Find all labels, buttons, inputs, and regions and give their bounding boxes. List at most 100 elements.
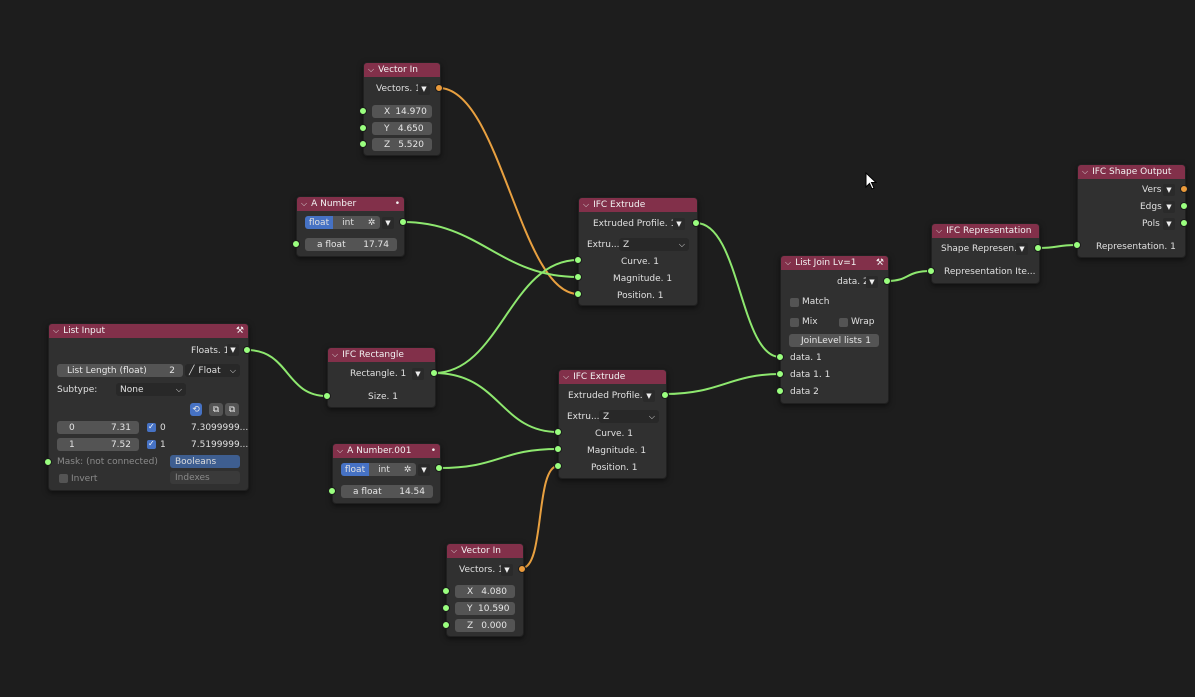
node-editor-canvas[interactable]: ⌵ Vector In Vectors. 1 ▼ X 14.970 Y 4.650 Z… xyxy=(0,0,1195,697)
node-header[interactable]: ⌵ IFC Rectangle xyxy=(328,348,435,362)
list-item-1-field[interactable]: 1 7.52 xyxy=(57,438,139,451)
collapse-chevron-icon[interactable]: ⌵ xyxy=(53,326,59,336)
node-header[interactable]: ⌵ A Number.001 • xyxy=(333,444,440,458)
refresh-icon[interactable]: ⟲ xyxy=(190,403,202,416)
node-header[interactable]: ⌵ List Input ⚒ xyxy=(49,324,248,338)
a-float-field[interactable]: a float 14.54 xyxy=(341,485,433,498)
extrude-direction-select[interactable]: Z ⌵ xyxy=(599,410,659,423)
node-header[interactable]: ⌵ IFC Extrude xyxy=(579,198,697,212)
type-float-option[interactable]: float xyxy=(341,463,369,476)
list-item-0-checkbox[interactable] xyxy=(147,422,156,432)
node-ifc-extrude-1[interactable]: ⌵ IFC Extrude Extruded Profile. 1 ▼ Extru… xyxy=(578,197,698,306)
socket-input-data11[interactable] xyxy=(776,370,784,378)
vector-x-field[interactable]: X 4.080 xyxy=(455,585,515,598)
socket-input-curve[interactable] xyxy=(574,256,582,264)
dropdown-arrow-icon[interactable]: ▼ xyxy=(866,276,878,288)
indexes-button[interactable]: Indexes xyxy=(170,471,240,484)
list-item-0-field[interactable]: 0 7.31 xyxy=(57,421,139,434)
node-vector-in-1[interactable]: ⌵ Vector In Vectors. 1 ▼ X 14.970 Y 4.650 Z… xyxy=(363,62,441,156)
socket-input-y[interactable] xyxy=(442,604,450,612)
dropdown-arrow-icon[interactable]: ▼ xyxy=(1016,243,1028,255)
dropdown-arrow-icon[interactable]: ▼ xyxy=(643,390,655,402)
dropdown-arrow-icon[interactable]: ▼ xyxy=(418,83,430,95)
extrude-direction-select[interactable]: Z ⌵ xyxy=(619,238,689,251)
collapse-chevron-icon[interactable]: ⌵ xyxy=(785,258,791,268)
socket-input-representation[interactable] xyxy=(1073,241,1081,249)
socket-output[interactable] xyxy=(243,346,251,354)
collapse-chevron-icon[interactable]: ⌵ xyxy=(332,350,338,360)
dropdown-arrow-icon[interactable]: ▼ xyxy=(1163,184,1175,196)
dropdown-arrow-icon[interactable]: ▼ xyxy=(227,344,239,356)
socket-output[interactable] xyxy=(435,464,443,472)
socket-input-magnitude[interactable] xyxy=(554,445,562,453)
collapse-chevron-icon[interactable]: ⌵ xyxy=(337,446,343,456)
socket-output[interactable] xyxy=(661,391,669,399)
subtype-select[interactable]: None ⌵ xyxy=(116,383,186,396)
collapse-chevron-icon[interactable]: ⌵ xyxy=(1082,167,1088,177)
dropdown-arrow-icon[interactable]: ▼ xyxy=(1163,218,1175,230)
invert-checkbox[interactable] xyxy=(59,474,68,483)
paste-icon[interactable]: ⧉ xyxy=(225,403,239,416)
list-length-field[interactable]: List Length (float) 2 xyxy=(57,364,183,377)
socket-input-size[interactable] xyxy=(323,392,331,400)
socket-input-position[interactable] xyxy=(574,290,582,298)
wrench-icon[interactable]: ⚒ xyxy=(236,326,244,336)
type-float-option[interactable]: float xyxy=(305,216,333,229)
vector-y-field[interactable]: Y 4.650 xyxy=(372,122,432,135)
socket-output[interactable] xyxy=(518,565,526,573)
socket-output[interactable] xyxy=(430,369,438,377)
vector-z-field[interactable]: Z 0.000 xyxy=(455,619,515,632)
socket-input-magnitude[interactable] xyxy=(574,273,582,281)
socket-input[interactable] xyxy=(292,240,300,248)
node-a-number-001[interactable]: ⌵ A Number.001 • float int ✲ ▼ a float 14.5… xyxy=(332,443,441,504)
socket-input-position[interactable] xyxy=(554,462,562,470)
socket-output[interactable] xyxy=(883,277,891,285)
socket-output-vers[interactable] xyxy=(1180,185,1188,193)
socket-input-curve[interactable] xyxy=(554,428,562,436)
collapse-chevron-icon[interactable]: ⌵ xyxy=(583,200,589,210)
copy-icon[interactable]: ⧉ xyxy=(209,403,223,416)
node-header[interactable]: ⌵ IFC Representation xyxy=(932,224,1039,238)
socket-input-items[interactable] xyxy=(927,267,935,275)
dropdown-arrow-icon[interactable]: ▼ xyxy=(412,368,424,380)
gear-icon[interactable]: ✲ xyxy=(399,463,416,476)
dropdown-arrow-icon[interactable]: ▼ xyxy=(418,464,430,476)
node-vector-in-2[interactable]: ⌵ Vector In Vectors. 1 ▼ X 4.080 Y 10.590 Z… xyxy=(446,543,524,637)
vector-y-field[interactable]: Y 10.590 xyxy=(455,602,515,615)
socket-input-data1[interactable] xyxy=(776,353,784,361)
node-header[interactable]: ⌵ Vector In xyxy=(447,544,523,558)
node-a-number[interactable]: ⌵ A Number • float int ✲ ▼ a float 17.74 xyxy=(296,196,405,257)
dropdown-arrow-icon[interactable]: ▼ xyxy=(673,218,685,230)
socket-input-data2[interactable] xyxy=(776,387,784,395)
node-ifc-extrude-2[interactable]: ⌵ IFC Extrude Extruded Profile. 1 ▼ Extru… xyxy=(558,369,667,479)
type-toggle[interactable]: float int ✲ xyxy=(305,216,380,229)
socket-input-z[interactable] xyxy=(359,140,367,148)
wrap-checkbox[interactable] xyxy=(839,318,848,327)
node-list-input[interactable]: ⌵ List Input ⚒ Floats. 1 ▼ List Length (fl… xyxy=(48,323,249,491)
socket-input-x[interactable] xyxy=(359,107,367,115)
socket-output[interactable] xyxy=(692,219,700,227)
socket-output-edgs[interactable] xyxy=(1180,202,1188,210)
socket-output-pols[interactable] xyxy=(1180,219,1188,227)
collapse-chevron-icon[interactable]: ⌵ xyxy=(368,65,374,75)
collapse-chevron-icon[interactable]: ⌵ xyxy=(563,372,569,382)
type-toggle[interactable]: float int ✲ xyxy=(341,463,416,476)
vector-z-field[interactable]: Z 5.520 xyxy=(372,138,432,151)
type-int-option[interactable]: int xyxy=(333,216,363,229)
node-ifc-rectangle[interactable]: ⌵ IFC Rectangle Rectangle. 1 ▼ Size. 1 xyxy=(327,347,436,408)
socket-input-mask[interactable] xyxy=(44,458,52,466)
node-header[interactable]: ⌵ List Join Lv=1 ⚒ xyxy=(781,256,888,270)
collapse-chevron-icon[interactable]: ⌵ xyxy=(451,546,457,556)
list-type-select[interactable]: ╱ Float ⌵ xyxy=(185,364,240,377)
join-level-field[interactable]: JoinLevel lists 1 xyxy=(789,334,879,347)
socket-input-x[interactable] xyxy=(442,587,450,595)
dropdown-arrow-icon[interactable]: ▼ xyxy=(382,217,394,229)
node-ifc-shape-output[interactable]: ⌵ IFC Shape Output Vers ▼ Edgs ▼ Pols ▼ R… xyxy=(1077,164,1186,258)
a-float-field[interactable]: a float 17.74 xyxy=(305,238,397,251)
collapse-chevron-icon[interactable]: ⌵ xyxy=(301,199,307,209)
node-list-join[interactable]: ⌵ List Join Lv=1 ⚒ data. 2 ▼ Match Mix Wra… xyxy=(780,255,889,404)
node-header[interactable]: ⌵ Vector In xyxy=(364,63,440,77)
dropdown-arrow-icon[interactable]: ▼ xyxy=(501,564,513,576)
gear-icon[interactable]: ✲ xyxy=(363,216,380,229)
socket-input[interactable] xyxy=(328,487,336,495)
